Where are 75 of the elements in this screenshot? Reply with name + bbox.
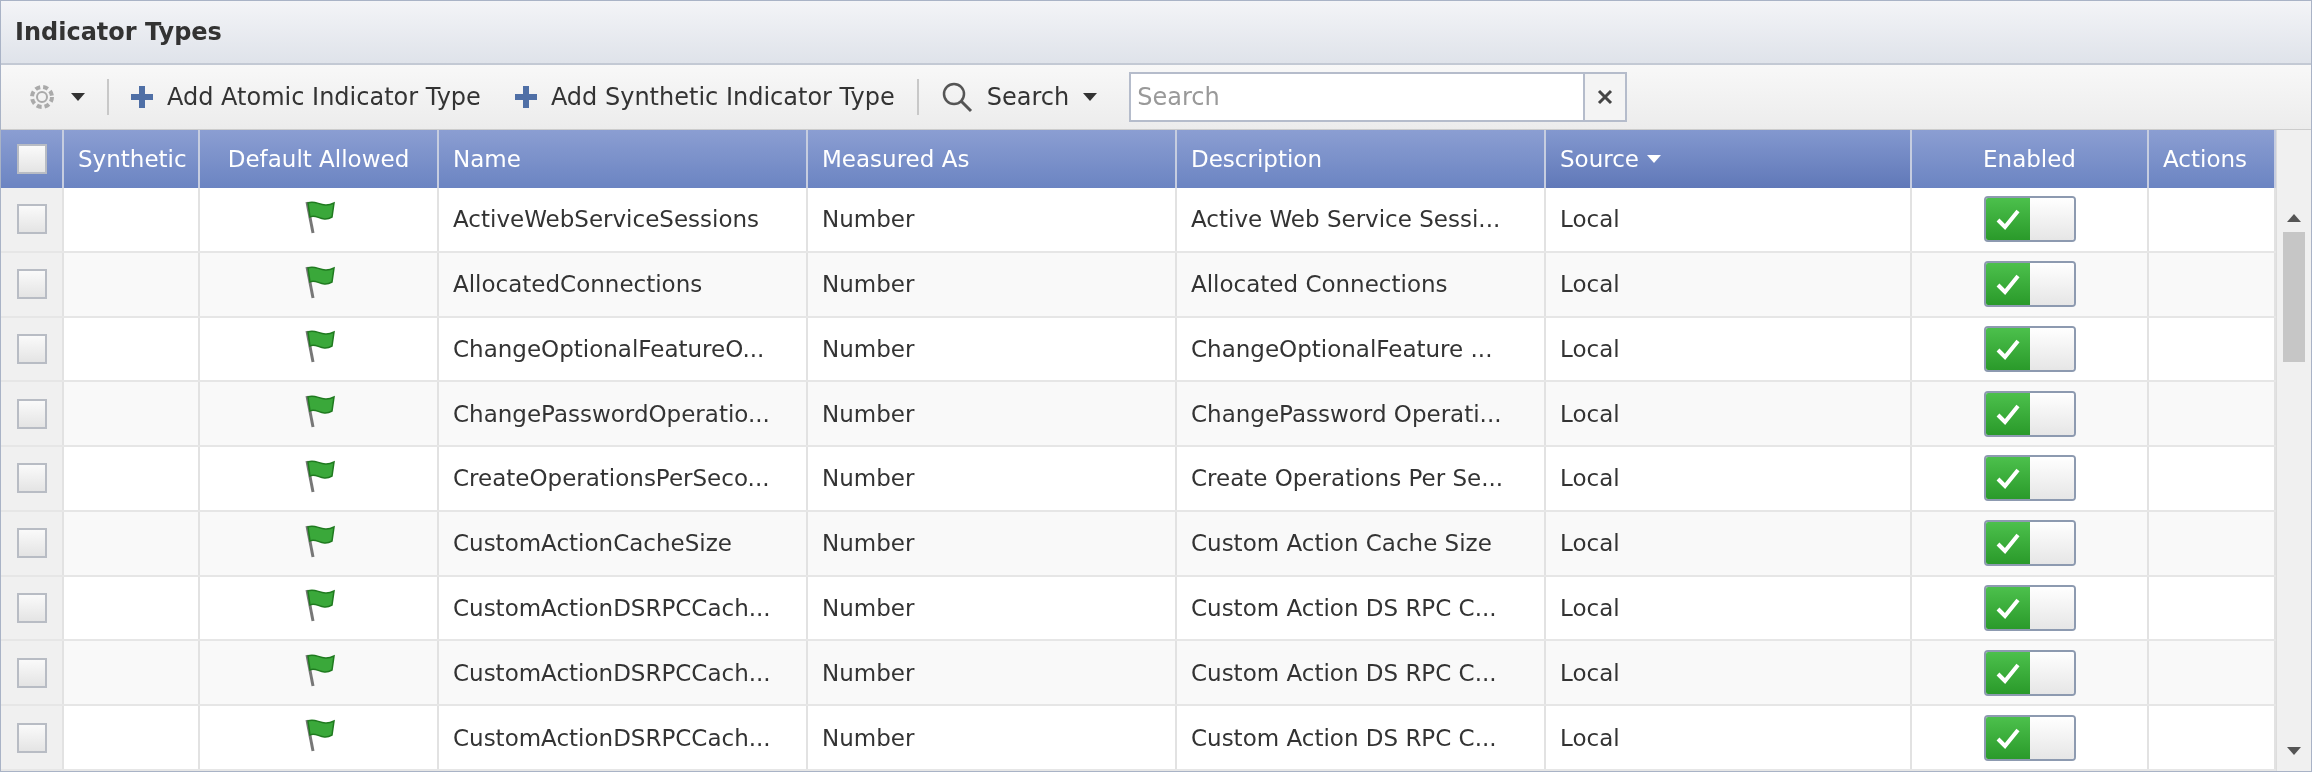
row-checkbox[interactable] bbox=[16, 592, 47, 623]
sort-icon bbox=[1647, 155, 1661, 163]
table-cell: Local bbox=[1545, 510, 1911, 576]
table-cell: Number bbox=[807, 705, 1176, 770]
table-cell: Number bbox=[807, 510, 1176, 576]
scroll-up-icon[interactable] bbox=[2287, 214, 2301, 222]
enabled-toggle[interactable] bbox=[1983, 714, 2076, 761]
search-icon bbox=[940, 81, 973, 113]
table-cell: Create Operations Per Se... bbox=[1176, 446, 1545, 511]
column-label: Source bbox=[1560, 146, 1639, 172]
column-header[interactable]: Default Allowed bbox=[199, 130, 438, 188]
scrollbar[interactable] bbox=[2276, 130, 2311, 771]
column-header[interactable]: Synthetic bbox=[63, 130, 199, 188]
row-checkbox[interactable] bbox=[16, 333, 47, 364]
table-cell: CustomActionDSRPCCach... bbox=[438, 705, 807, 770]
column-header[interactable]: Description bbox=[1176, 130, 1545, 188]
check-icon bbox=[1994, 467, 2021, 490]
row-checkbox[interactable] bbox=[16, 722, 47, 753]
column-header[interactable]: Enabled bbox=[1911, 130, 2148, 188]
check-icon bbox=[1994, 208, 2021, 231]
scroll-down-icon[interactable] bbox=[2287, 747, 2301, 755]
enabled-toggle[interactable] bbox=[1983, 455, 2076, 502]
plus-icon bbox=[514, 86, 537, 108]
check-icon bbox=[1994, 596, 2021, 619]
table-cell: Local bbox=[1545, 446, 1911, 511]
search-box[interactable]: Search bbox=[1129, 72, 1628, 122]
scroll-thumb[interactable] bbox=[2283, 232, 2305, 362]
table-cell: Number bbox=[807, 446, 1176, 511]
row-checkbox[interactable] bbox=[16, 657, 47, 688]
column-header[interactable]: Name bbox=[438, 130, 807, 188]
enabled-toggle[interactable] bbox=[1983, 584, 2076, 631]
table-cell: ActiveWebServiceSessions bbox=[438, 188, 807, 252]
plus-icon bbox=[131, 86, 153, 108]
check-icon bbox=[1994, 532, 2021, 555]
check-icon bbox=[1994, 273, 2021, 296]
table-cell: Local bbox=[1545, 188, 1911, 252]
table-cell: Allocated Connections bbox=[1176, 251, 1545, 317]
enabled-toggle[interactable] bbox=[1983, 520, 2076, 567]
row-checkbox[interactable] bbox=[16, 204, 47, 235]
table-cell: Local bbox=[1545, 251, 1911, 317]
check-icon bbox=[1994, 402, 2021, 425]
column-header[interactable]: Source bbox=[1545, 130, 1911, 188]
row-checkbox[interactable] bbox=[16, 398, 47, 429]
table-cell: Active Web Service Sessi... bbox=[1176, 188, 1545, 252]
check-icon bbox=[1994, 726, 2021, 749]
row-checkbox[interactable] bbox=[16, 463, 47, 494]
enabled-toggle[interactable] bbox=[1983, 261, 2076, 308]
table-cell: Custom Action DS RPC C... bbox=[1176, 705, 1545, 770]
enabled-toggle[interactable] bbox=[1983, 649, 2076, 696]
table-cell: Number bbox=[807, 251, 1176, 317]
select-all-checkbox[interactable] bbox=[16, 144, 47, 174]
row-checkbox[interactable] bbox=[16, 528, 47, 559]
table-cell: Custom Action Cache Size bbox=[1176, 510, 1545, 576]
add-button[interactable]: Add Synthetic Indicator Type bbox=[502, 77, 907, 117]
column-header[interactable]: Measured As bbox=[807, 130, 1176, 188]
table-cell: AllocatedConnections bbox=[438, 251, 807, 317]
search-menu-button[interactable]: Search bbox=[928, 75, 1110, 119]
caret-icon bbox=[71, 93, 85, 101]
enabled-toggle[interactable] bbox=[1983, 196, 2076, 243]
enabled-toggle[interactable] bbox=[1983, 390, 2076, 437]
check-icon bbox=[1994, 661, 2021, 684]
close-icon bbox=[1597, 89, 1614, 105]
enabled-toggle[interactable] bbox=[1983, 325, 2076, 372]
check-icon bbox=[1994, 337, 2021, 360]
table-cell: Local bbox=[1545, 705, 1911, 770]
table-cell: CustomActionCacheSize bbox=[438, 510, 807, 576]
clear-button[interactable] bbox=[1583, 74, 1626, 120]
caret-icon bbox=[1083, 93, 1098, 101]
add-button[interactable]: Add Atomic Indicator Type bbox=[119, 77, 493, 117]
row-checkbox[interactable] bbox=[16, 269, 47, 300]
table-cell: Number bbox=[807, 188, 1176, 252]
panel-title: Indicator Types bbox=[15, 18, 222, 46]
settings-icon bbox=[27, 82, 57, 112]
table-cell: CreateOperationsPerSeco... bbox=[438, 446, 807, 511]
column-header[interactable]: Actions bbox=[2148, 130, 2275, 188]
